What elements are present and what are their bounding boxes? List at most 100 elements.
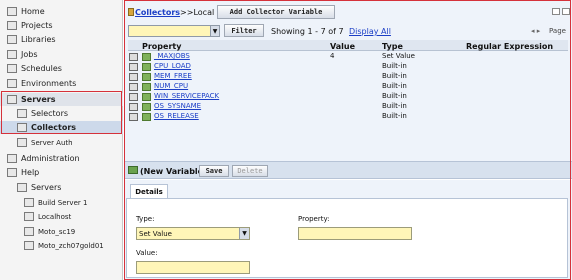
variable-icon — [142, 73, 151, 81]
table-row[interactable]: CPU_LOAD Built-in — [128, 62, 568, 72]
table-row[interactable]: _MAXJOBS 4 Set Value — [128, 52, 568, 62]
add-collector-variable-button[interactable]: Add Collector Variable — [217, 5, 335, 19]
server-folder-icon — [17, 183, 27, 192]
app: Home Projects Libraries Jobs Schedules E… — [0, 0, 572, 280]
variable-type: Built-in — [382, 72, 407, 80]
selectors-icon — [17, 109, 27, 118]
sidebar-item-help[interactable]: Help — [0, 166, 123, 179]
collapse-icon[interactable] — [552, 8, 560, 15]
variable-name-link[interactable]: MEM_FREE — [154, 72, 192, 80]
jobs-icon — [7, 50, 17, 59]
environments-icon — [7, 79, 17, 88]
variable-icon — [142, 113, 151, 121]
variable-type: Built-in — [382, 62, 407, 70]
server-tree-item[interactable]: Moto_zch07gold01 — [0, 239, 123, 252]
filter-select[interactable] — [128, 25, 220, 37]
sidebar-item-server-auth[interactable]: Server Auth — [0, 136, 123, 149]
schedules-icon — [7, 64, 17, 73]
sidebar-item-libraries[interactable]: Libraries — [0, 33, 123, 46]
value-input[interactable] — [136, 261, 250, 274]
variable-name-link[interactable]: WIN_SERVICEPACK — [154, 92, 219, 100]
chevron-down-icon[interactable]: ▼ — [210, 25, 220, 37]
projects-icon — [7, 21, 17, 30]
sidebar-item-collectors[interactable]: Collectors — [0, 121, 123, 134]
row-edit-icon[interactable] — [129, 53, 138, 61]
sidebar-item-servers[interactable]: Servers — [0, 93, 123, 106]
variable-type: Built-in — [382, 92, 407, 100]
col-header-type[interactable]: Type — [382, 42, 403, 51]
variable-name-link[interactable]: NUM_CPU — [154, 82, 188, 90]
server-icon — [24, 198, 34, 207]
server-auth-icon — [17, 138, 27, 147]
sidebar-item-administration[interactable]: Administration — [0, 152, 123, 165]
table-row[interactable]: NUM_CPU Built-in — [128, 82, 568, 92]
breadcrumb-link-collectors[interactable]: Collectors — [135, 8, 180, 17]
property-input[interactable] — [298, 227, 412, 240]
variable-icon — [142, 103, 151, 111]
variable-name-link[interactable]: OS_SYSNAME — [154, 102, 201, 110]
row-edit-icon[interactable] — [129, 93, 138, 101]
table-row[interactable]: OS_SYSNAME Built-in — [128, 102, 568, 112]
row-edit-icon[interactable] — [129, 113, 138, 121]
variable-type: Built-in — [382, 112, 407, 120]
type-select[interactable]: Set Value — [136, 227, 250, 240]
sidebar-item-schedules[interactable]: Schedules — [0, 62, 123, 75]
libraries-icon — [7, 35, 17, 44]
delete-button[interactable]: Delete — [232, 165, 268, 177]
showing-count: Showing 1 - 7 of 7 — [271, 27, 344, 36]
col-header-property[interactable]: Property — [142, 42, 181, 51]
sidebar-item-jobs[interactable]: Jobs — [0, 48, 123, 61]
variable-icon — [142, 53, 151, 61]
variable-icon — [142, 83, 151, 91]
new-variable-icon — [128, 166, 138, 174]
variable-value: 4 — [330, 52, 335, 60]
filter-button[interactable]: Filter — [224, 24, 264, 37]
value-label: Value: — [136, 249, 158, 257]
variable-name-link[interactable]: CPU_LOAD — [154, 62, 191, 70]
server-tree-item[interactable]: Build Server 1 — [0, 196, 123, 209]
server-icon — [24, 227, 34, 236]
table-row[interactable]: OS_RELEASE Built-in — [128, 112, 568, 122]
col-header-value[interactable]: Value — [330, 42, 355, 51]
row-edit-icon[interactable] — [129, 83, 138, 91]
row-edit-icon[interactable] — [129, 63, 138, 71]
variable-name-link[interactable]: OS_RELEASE — [154, 112, 199, 120]
breadcrumb: Collectors >>Local — [135, 8, 215, 17]
page-label: Page — [549, 27, 566, 35]
col-header-regex[interactable]: Regular Expression — [466, 42, 553, 51]
row-edit-icon[interactable] — [129, 103, 138, 111]
administration-icon — [7, 154, 17, 163]
variable-icon — [142, 93, 151, 101]
chevron-down-icon[interactable]: ▼ — [239, 228, 249, 239]
server-icon — [24, 241, 34, 250]
home-icon — [7, 7, 17, 16]
save-button[interactable]: Save — [199, 165, 229, 177]
variable-type: Set Value — [382, 52, 415, 60]
server-tree-item[interactable]: Moto_sc19 — [0, 225, 123, 238]
display-all-link[interactable]: Display All — [349, 27, 391, 36]
collectors-icon — [17, 123, 27, 132]
server-tree-heading[interactable]: Servers — [0, 181, 123, 194]
type-label: Type: — [136, 215, 155, 223]
table-row[interactable]: WIN_SERVICEPACK Built-in — [128, 92, 568, 102]
tab-details[interactable]: Details — [130, 184, 168, 199]
sidebar-item-selectors[interactable]: Selectors — [0, 107, 123, 120]
sidebar-item-environments[interactable]: Environments — [0, 77, 123, 90]
folder-icon — [128, 8, 134, 16]
variable-type: Built-in — [382, 102, 407, 110]
sidebar: Home Projects Libraries Jobs Schedules E… — [0, 0, 123, 280]
detail-title: (New Variable) — [140, 167, 207, 176]
variable-type: Built-in — [382, 82, 407, 90]
table-row[interactable]: MEM_FREE Built-in — [128, 72, 568, 82]
page-nav-icons[interactable]: ◂ ▸ — [531, 27, 540, 35]
server-tree-item[interactable]: Localhost — [0, 210, 123, 223]
main-panel: Collectors >>Local Add Collector Variable… — [124, 0, 572, 280]
server-icon — [24, 212, 34, 221]
sidebar-item-home[interactable]: Home — [0, 5, 123, 18]
help-icon — [7, 168, 17, 177]
variable-name-link[interactable]: _MAXJOBS — [154, 52, 190, 60]
servers-icon — [7, 95, 17, 104]
expand-icon[interactable] — [562, 8, 570, 15]
row-edit-icon[interactable] — [129, 73, 138, 81]
sidebar-item-projects[interactable]: Projects — [0, 19, 123, 32]
